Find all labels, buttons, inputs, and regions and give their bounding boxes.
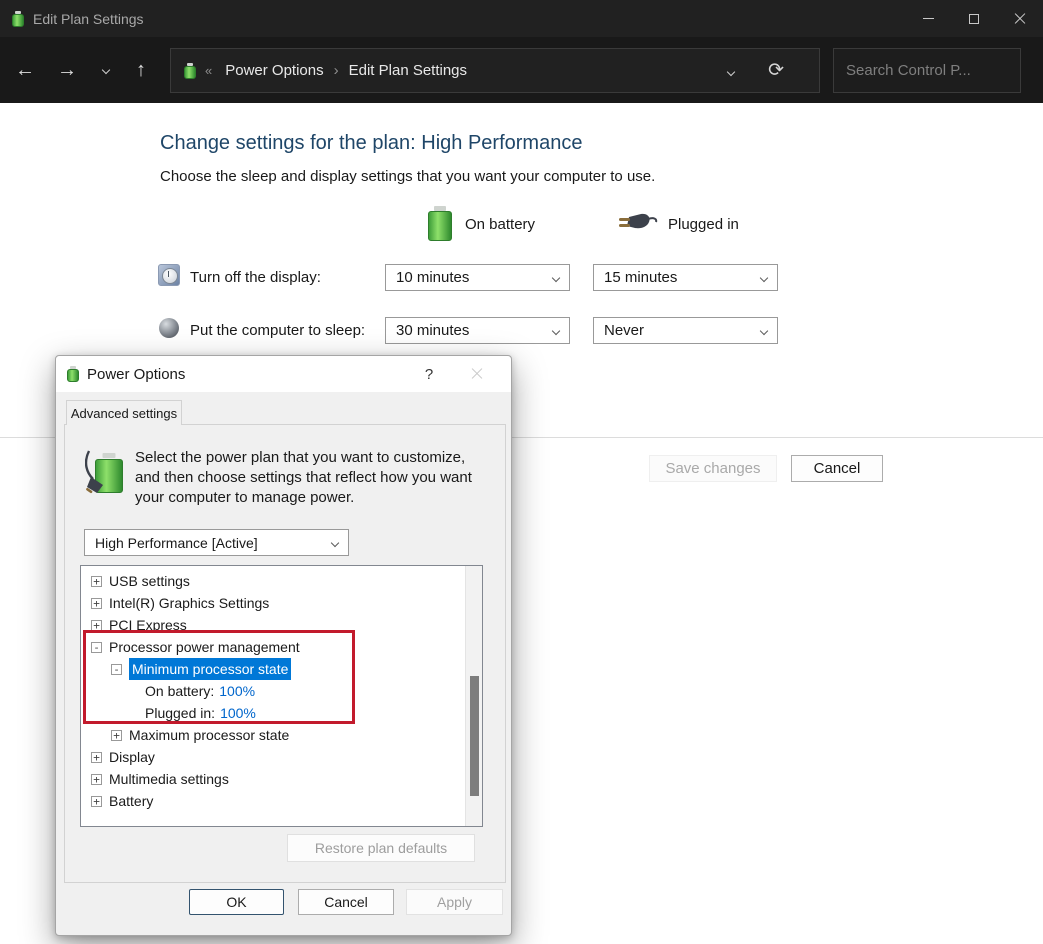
tree-scrollbar-thumb[interactable] — [470, 676, 479, 796]
tree-item-battery[interactable]: +Battery — [81, 790, 465, 812]
address-dropdown-icon[interactable] — [728, 62, 734, 80]
turn-off-display-label: Turn off the display: — [190, 269, 321, 286]
maximize-icon — [969, 14, 979, 24]
dialog-cancel-button[interactable]: Cancel — [298, 889, 394, 915]
on-battery-column-header: On battery — [465, 216, 535, 233]
dialog-close-button[interactable] — [457, 356, 497, 392]
address-bar[interactable]: « Power Options › Edit Plan Settings ⟳ — [170, 48, 820, 93]
tree-item-maximum-processor-state[interactable]: +Maximum processor state — [81, 724, 465, 746]
window-title: Edit Plan Settings — [33, 11, 144, 27]
sleep-label: Put the computer to sleep: — [190, 322, 365, 339]
forward-button[interactable]: → — [50, 37, 84, 103]
chevron-down-icon — [331, 538, 339, 546]
chevron-down-icon — [552, 273, 560, 281]
apply-button[interactable]: Apply — [406, 889, 503, 915]
tree-item-multimedia-settings[interactable]: +Multimedia settings — [81, 768, 465, 790]
on-battery-value-link[interactable]: 100% — [219, 680, 255, 702]
save-changes-button[interactable]: Save changes — [649, 455, 777, 482]
tree-item-usb-settings[interactable]: +USB settings — [81, 570, 465, 592]
recent-pages-chevron-icon[interactable] — [92, 37, 120, 103]
collapse-icon[interactable]: - — [91, 642, 102, 653]
ok-button[interactable]: OK — [189, 889, 284, 915]
expand-icon[interactable]: + — [91, 620, 102, 631]
app-battery-icon — [12, 11, 24, 27]
main-cancel-button[interactable]: Cancel — [791, 455, 883, 482]
minimize-icon — [923, 18, 934, 19]
power-options-dialog: Power Options ? Advanced settings Select… — [55, 355, 512, 936]
dialog-description: Select the power plan that you want to c… — [135, 448, 487, 508]
dialog-help-button[interactable]: ? — [409, 356, 449, 392]
chevron-down-icon — [552, 326, 560, 334]
expand-icon[interactable]: + — [111, 730, 122, 741]
display-plugged-in-select[interactable]: 15 minutes — [593, 264, 778, 291]
expand-icon[interactable]: + — [91, 752, 102, 763]
tree-scrollbar[interactable] — [465, 566, 482, 826]
power-plan-select[interactable]: High Performance [Active] — [84, 529, 349, 556]
title-bar: Edit Plan Settings — [0, 0, 1043, 37]
sleep-icon — [159, 318, 179, 338]
breadcrumb-power-options[interactable]: Power Options — [225, 62, 323, 79]
dialog-title-bar: Power Options ? — [56, 356, 511, 392]
close-icon — [471, 368, 484, 381]
back-button[interactable]: ← — [8, 37, 42, 103]
refresh-icon[interactable]: ⟳ — [768, 59, 784, 82]
page-subtitle: Choose the sleep and display settings th… — [160, 168, 655, 185]
close-icon — [1014, 13, 1026, 25]
tree-item-display[interactable]: +Display — [81, 746, 465, 768]
plugged-in-value-link[interactable]: 100% — [220, 702, 256, 724]
on-battery-icon — [428, 206, 452, 241]
power-plan-icon — [85, 449, 131, 497]
chevron-down-icon — [760, 326, 768, 334]
tree-item-intel-graphics[interactable]: +Intel(R) Graphics Settings — [81, 592, 465, 614]
up-button[interactable]: ↑ — [124, 37, 158, 103]
chevron-down-icon — [760, 273, 768, 281]
sleep-plugged-in-select[interactable]: Never — [593, 317, 778, 344]
plugged-in-icon — [615, 210, 659, 236]
restore-plan-defaults-button[interactable]: Restore plan defaults — [287, 834, 475, 862]
tree-item-minimum-processor-state[interactable]: -Minimum processor state — [81, 658, 465, 680]
display-clock-icon — [158, 264, 180, 286]
dialog-battery-plug-icon — [67, 366, 79, 382]
expand-icon[interactable]: + — [91, 774, 102, 785]
advanced-settings-tree: +USB settings +Intel(R) Graphics Setting… — [80, 565, 483, 827]
display-on-battery-select[interactable]: 10 minutes — [385, 264, 570, 291]
expand-icon[interactable]: + — [91, 598, 102, 609]
minimize-button[interactable] — [905, 0, 951, 37]
tab-advanced-settings[interactable]: Advanced settings — [66, 400, 182, 425]
search-input[interactable] — [834, 62, 1043, 79]
collapse-icon[interactable]: - — [111, 664, 122, 675]
tree-item-plugged-in-setting[interactable]: Plugged in:100% — [81, 702, 465, 724]
tree-item-processor-power-management[interactable]: -Processor power management — [81, 636, 465, 658]
tree-item-pci-express[interactable]: +PCI Express — [81, 614, 465, 636]
page-title: Change settings for the plan: High Perfo… — [160, 132, 582, 155]
close-button[interactable] — [997, 0, 1043, 37]
expand-icon[interactable]: + — [91, 796, 102, 807]
selected-tree-label: Minimum processor state — [129, 658, 291, 680]
maximize-button[interactable] — [951, 0, 997, 37]
plugged-in-column-header: Plugged in — [668, 216, 739, 233]
dialog-title: Power Options — [87, 366, 185, 383]
dialog-tab-page: Select the power plan that you want to c… — [64, 424, 506, 883]
breadcrumb-separator-icon: › — [334, 62, 339, 79]
expand-icon[interactable]: + — [91, 576, 102, 587]
sleep-on-battery-select[interactable]: 30 minutes — [385, 317, 570, 344]
location-battery-icon — [184, 63, 196, 79]
breadcrumb-collapse-icon[interactable]: « — [205, 63, 212, 78]
navigation-toolbar: ← → ↑ « Power Options › Edit Plan Settin… — [0, 37, 1043, 103]
tree-item-on-battery-setting[interactable]: On battery:100% — [81, 680, 465, 702]
search-box[interactable] — [833, 48, 1021, 93]
breadcrumb-edit-plan-settings[interactable]: Edit Plan Settings — [349, 62, 467, 79]
